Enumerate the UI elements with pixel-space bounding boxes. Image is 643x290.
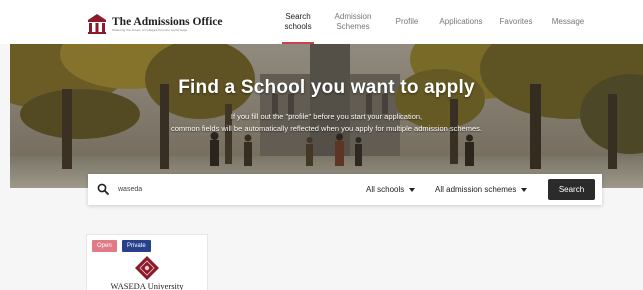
search-bar: All schools All admission schemes Search [88,174,602,205]
nav-label-line: Admission [334,12,372,21]
hero-title: Find a School you want to apply [178,77,475,98]
nav-label-line: Schemes [336,22,370,31]
nav-label: Admission Schemes [335,12,372,32]
chevron-down-icon [521,187,528,192]
school-type-dropdown[interactable]: All schools [366,183,416,196]
school-type-selected: All schools [366,185,405,194]
nav-favorites[interactable]: Favorites [494,0,538,44]
nav-label: Applications [439,17,483,26]
school-card[interactable]: Open Private WASEDA University [86,234,208,290]
search-button[interactable]: Search [548,179,595,200]
site-logo[interactable]: The Admissions Office Widening the choic… [87,12,223,36]
admission-scheme-dropdown[interactable]: All admission schemes [435,183,528,196]
nav-label-line: Search [285,12,311,21]
school-name: WASEDA University [110,281,184,290]
nav-profile[interactable]: Profile [388,0,426,44]
hero-subtitle-line2: common fields will be automatically refl… [171,124,482,133]
logo-title: The Admissions Office [112,15,223,28]
type-badge-private: Private [122,240,151,252]
hero-subtitle-line1: If you fill out the "profile" before you… [230,112,423,121]
search-icon [97,183,109,195]
logo-text-block: The Admissions Office Widening the choic… [112,16,223,33]
nav-label: Search schools [284,12,311,32]
nav-message[interactable]: Message [546,0,590,44]
status-badge-open: Open [92,240,117,252]
nav-search-schools[interactable]: Search schools [278,0,318,44]
search-input[interactable] [118,182,318,197]
logo-tagline: Widening the choice of colleges from the… [112,27,188,32]
nav-label: Profile [395,17,419,26]
nav-admission-schemes[interactable]: Admission Schemes [328,0,378,44]
nav-label: Message [551,17,585,26]
nav-applications[interactable]: Applications [434,0,488,44]
top-header: The Admissions Office Widening the choic… [0,0,643,44]
nav-label: Favorites [499,17,533,26]
building-logo-icon [88,14,106,34]
university-emblem-icon [135,256,159,280]
hero-banner: Find a School you want to apply If you f… [10,44,643,188]
chevron-down-icon [409,187,416,192]
admission-scheme-selected: All admission schemes [435,185,517,194]
nav-label-line: schools [284,22,312,31]
